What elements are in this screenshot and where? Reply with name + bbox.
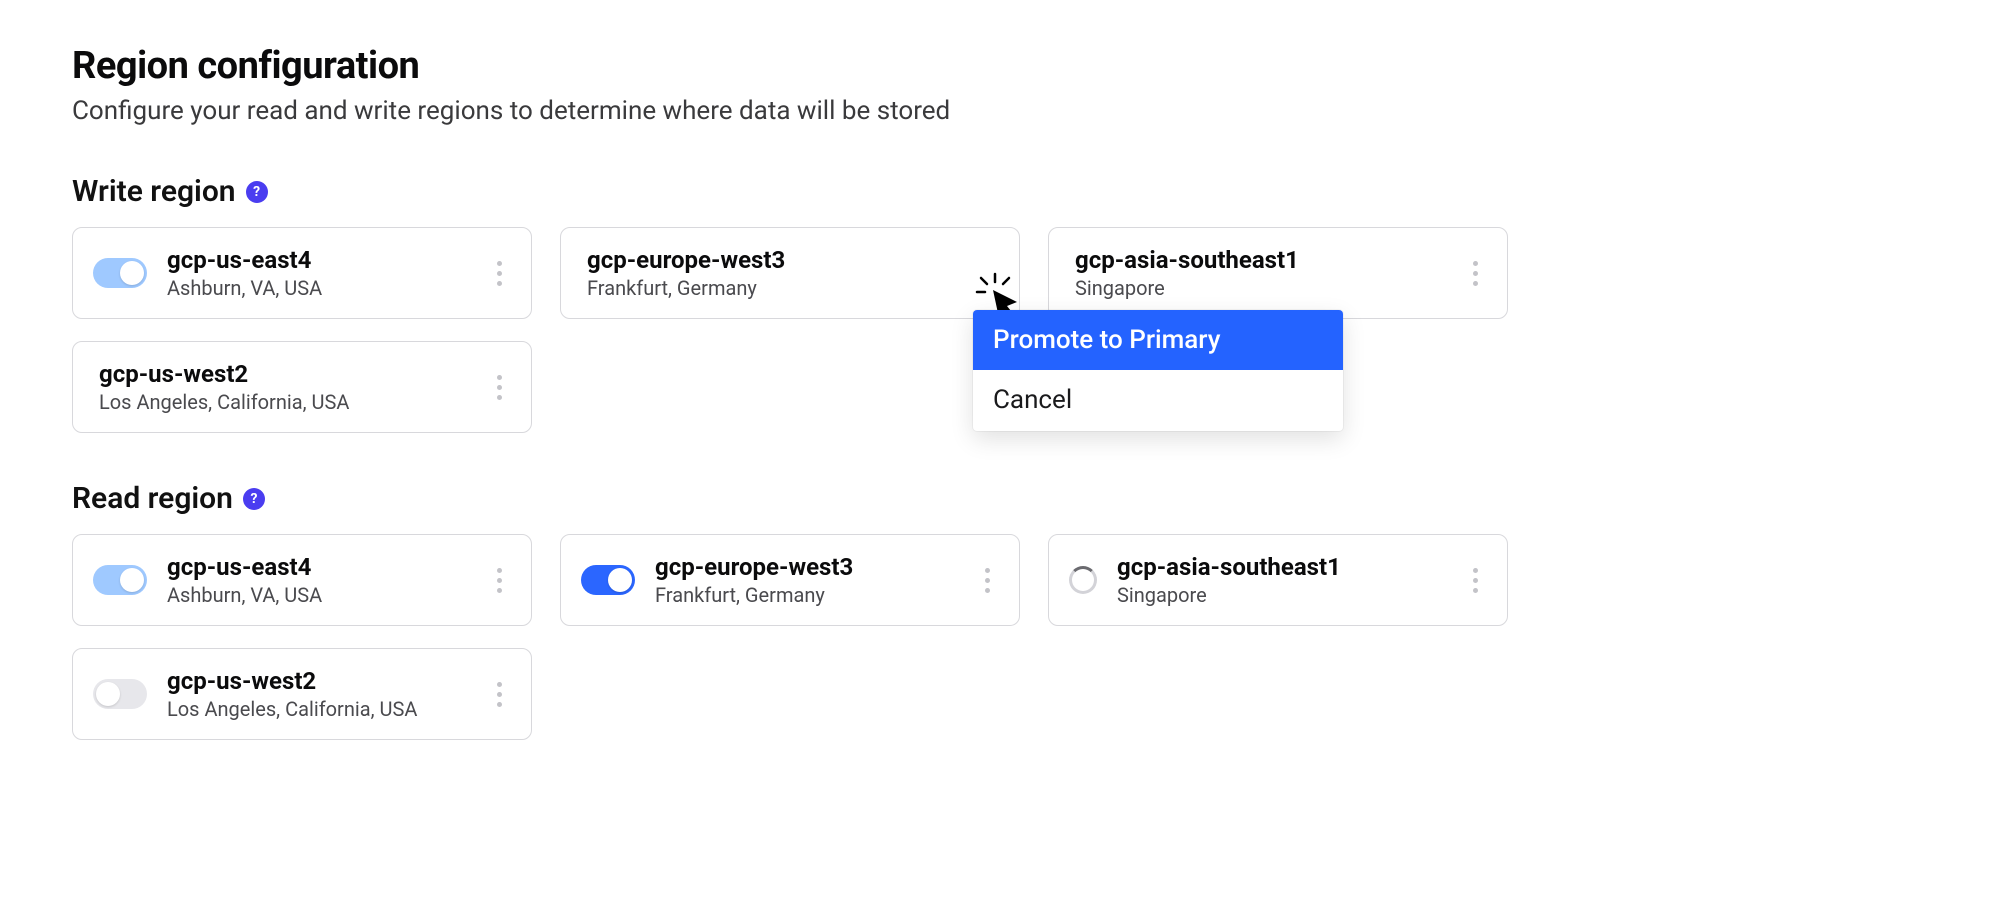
read-region-title: Read region (72, 481, 233, 516)
region-name: gcp-us-west2 (167, 667, 485, 696)
region-location: Los Angeles, California, USA (167, 697, 485, 721)
more-icon[interactable] (973, 560, 1001, 600)
read-region-section: Read region ? gcp-us-east4 Ashburn, VA, … (72, 481, 1928, 740)
region-name: gcp-us-east4 (167, 246, 485, 275)
region-location: Singapore (1117, 583, 1461, 607)
region-name: gcp-europe-west3 (655, 553, 973, 582)
region-name: gcp-asia-southeast1 (1117, 553, 1461, 582)
context-menu: Promote to Primary Cancel (973, 310, 1343, 431)
region-card: gcp-europe-west3 Frankfurt, Germany Prom… (560, 227, 1020, 319)
write-region-section: Write region ? gcp-us-east4 Ashburn, VA,… (72, 174, 1928, 433)
region-name: gcp-us-east4 (167, 553, 485, 582)
more-icon[interactable] (485, 560, 513, 600)
region-card: gcp-us-east4 Ashburn, VA, USA (72, 227, 532, 319)
region-location: Singapore (1075, 276, 1461, 300)
more-icon[interactable] (1461, 560, 1489, 600)
loading-spinner-icon (1069, 566, 1097, 594)
region-toggle[interactable] (581, 565, 635, 595)
read-region-grid: gcp-us-east4 Ashburn, VA, USA gcp-europe… (72, 534, 1928, 740)
page-title: Region configuration (72, 44, 1928, 88)
help-icon[interactable]: ? (243, 488, 265, 510)
region-location: Frankfurt, Germany (587, 276, 1001, 300)
region-name: gcp-europe-west3 (587, 246, 1001, 275)
write-region-title: Write region (72, 174, 236, 209)
region-location: Ashburn, VA, USA (167, 276, 485, 300)
page-subtitle: Configure your read and write regions to… (72, 96, 1928, 126)
region-card: gcp-us-west2 Los Angeles, California, US… (72, 648, 532, 740)
region-card: gcp-us-west2 Los Angeles, California, US… (72, 341, 532, 433)
region-card: gcp-asia-southeast1 Singapore (1048, 227, 1508, 319)
region-location: Los Angeles, California, USA (99, 390, 485, 414)
region-location: Ashburn, VA, USA (167, 583, 485, 607)
write-region-grid: gcp-us-east4 Ashburn, VA, USA gcp-europe… (72, 227, 1928, 433)
more-icon[interactable] (485, 253, 513, 293)
more-icon[interactable] (485, 674, 513, 714)
help-icon[interactable]: ? (246, 181, 268, 203)
menu-item-cancel[interactable]: Cancel (973, 370, 1343, 430)
menu-item-promote[interactable]: Promote to Primary (973, 310, 1343, 370)
more-icon[interactable] (1461, 253, 1489, 293)
region-toggle[interactable] (93, 565, 147, 595)
region-toggle[interactable] (93, 258, 147, 288)
region-location: Frankfurt, Germany (655, 583, 973, 607)
region-card: gcp-us-east4 Ashburn, VA, USA (72, 534, 532, 626)
more-icon[interactable] (485, 367, 513, 407)
region-card: gcp-europe-west3 Frankfurt, Germany (560, 534, 1020, 626)
region-name: gcp-us-west2 (99, 360, 485, 389)
region-name: gcp-asia-southeast1 (1075, 246, 1461, 275)
region-toggle[interactable] (93, 679, 147, 709)
region-card: gcp-asia-southeast1 Singapore (1048, 534, 1508, 626)
